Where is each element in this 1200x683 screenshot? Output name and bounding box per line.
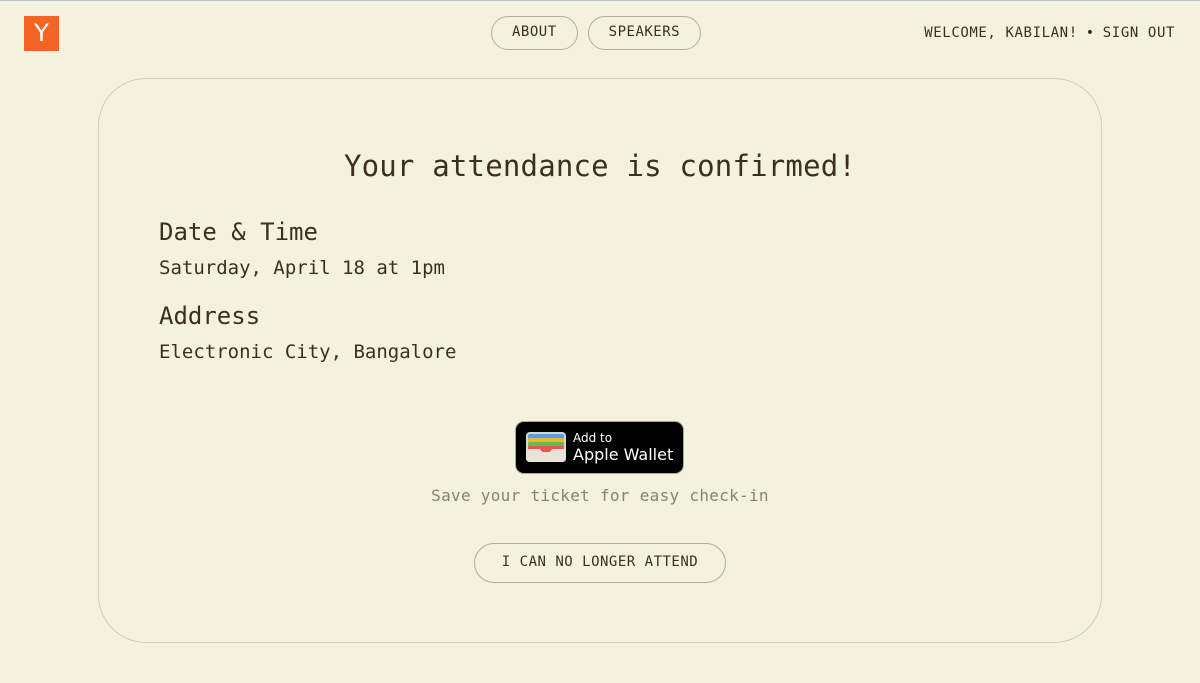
nav-speakers-button[interactable]: SPEAKERS: [587, 16, 702, 50]
confirmation-card: Your attendance is confirmed! Date & Tim…: [98, 78, 1102, 643]
account-bar: WELCOME, KABILAN! • SIGN OUT: [924, 25, 1175, 41]
cancel-attendance-button[interactable]: I CAN NO LONGER ATTEND: [474, 543, 726, 583]
sign-out-link[interactable]: SIGN OUT: [1103, 25, 1175, 41]
confirmation-title: Your attendance is confirmed!: [343, 149, 857, 183]
separator-dot: •: [1085, 25, 1095, 41]
wallet-icon: [526, 432, 566, 462]
wallet-caption: Save your ticket for easy check-in: [431, 486, 769, 505]
nav-about-button[interactable]: ABOUT: [491, 16, 578, 50]
address-value: Electronic City, Bangalore: [159, 341, 457, 363]
yc-logo[interactable]: Y: [24, 16, 59, 51]
add-to-apple-wallet-button[interactable]: Add to Apple Wallet: [515, 421, 684, 474]
main-nav: ABOUT SPEAKERS: [491, 16, 702, 50]
wallet-small-label: Add to: [573, 431, 613, 445]
date-time-heading: Date & Time: [159, 218, 318, 246]
address-heading: Address: [159, 302, 261, 330]
date-time-value: Saturday, April 18 at 1pm: [159, 257, 445, 279]
welcome-text: WELCOME, KABILAN!: [924, 25, 1078, 41]
wallet-big-label: Apple Wallet: [573, 445, 674, 464]
